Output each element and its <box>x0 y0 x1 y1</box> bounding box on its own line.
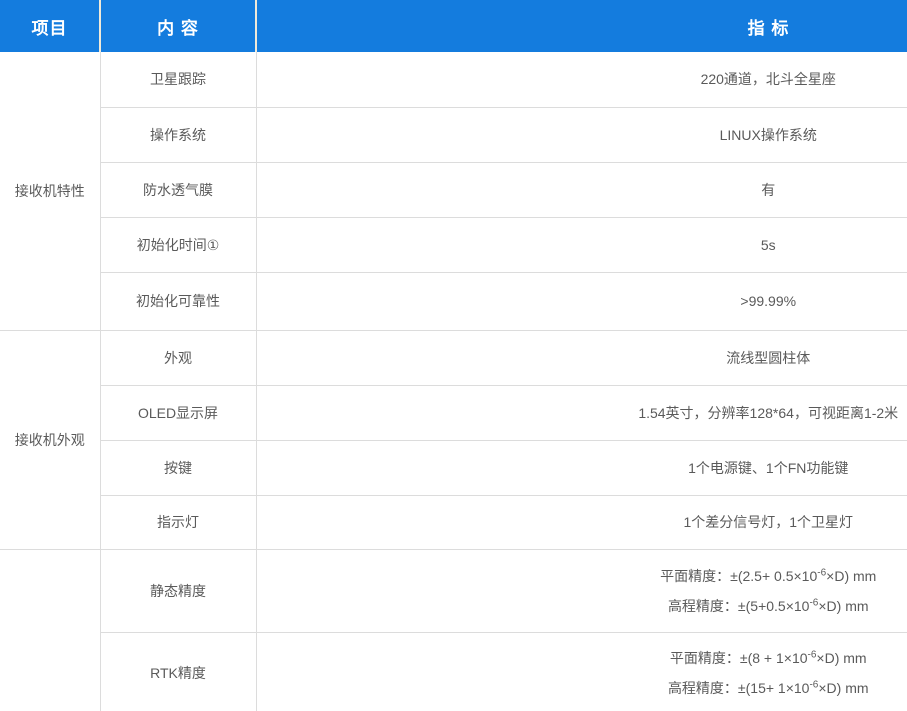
group-label-receiver-features: 接收机特性 <box>0 52 100 330</box>
content-cell: 指示灯 <box>100 495 256 549</box>
content-cell: 静态精度 <box>100 549 256 632</box>
spec-cell: LINUX操作系统 <box>256 107 907 162</box>
spec-line-post: ×D) mm <box>816 650 866 666</box>
content-cell: 卫星跟踪 <box>100 52 256 107</box>
spec-cell: 5s <box>256 217 907 272</box>
spec-cell: >99.99% <box>256 272 907 330</box>
spec-line-sup: -6 <box>817 567 826 578</box>
spec-line-pre: 高程精度：±(15+ 1×10 <box>668 680 810 696</box>
spec-cell: 220通道，北斗全星座 <box>256 52 907 107</box>
table-row: 接收机外观 外观 流线型圆柱体 <box>0 330 907 385</box>
table-row: 静态精度 平面精度：±(2.5+ 0.5×10-6×D) mm 高程精度：±(5… <box>0 549 907 632</box>
table-row: OLED显示屏 1.54英寸，分辨率128*64，可视距离1-2米 <box>0 385 907 440</box>
table-row: RTK精度 平面精度：±(8 + 1×10-6×D) mm 高程精度：±(15+… <box>0 632 907 711</box>
header-cell-content: 内 容 <box>100 0 256 52</box>
content-cell: 操作系统 <box>100 107 256 162</box>
table-row: 按键 1个电源键、1个FN功能键 <box>0 440 907 495</box>
content-cell: 防水透气膜 <box>100 162 256 217</box>
spec-table-viewport: 项目 内 容 指 标 接收机特性 卫星跟踪 220通道，北斗全星座 操作系统 L… <box>0 0 907 711</box>
spec-line-plane-static: 平面精度：±(2.5+ 0.5×10-6×D) mm <box>257 561 907 591</box>
spec-line-pre: 平面精度：±(8 + 1×10 <box>670 650 808 666</box>
group-label-receiver-appearance: 接收机外观 <box>0 330 100 549</box>
spec-cell: 1个差分信号灯，1个卫星灯 <box>256 495 907 549</box>
content-cell: 外观 <box>100 330 256 385</box>
content-cell: 初始化时间① <box>100 217 256 272</box>
table-row: 指示灯 1个差分信号灯，1个卫星灯 <box>0 495 907 549</box>
spec-line-height-rtk: 高程精度：±(15+ 1×10-6×D) mm <box>257 673 907 703</box>
spec-line-post: ×D) mm <box>818 598 868 614</box>
content-cell: 初始化可靠性 <box>100 272 256 330</box>
spec-line-plane-rtk: 平面精度：±(8 + 1×10-6×D) mm <box>257 643 907 673</box>
group-label-precision <box>0 549 100 711</box>
table-row: 操作系统 LINUX操作系统 <box>0 107 907 162</box>
content-cell: 按键 <box>100 440 256 495</box>
spec-cell: 有 <box>256 162 907 217</box>
table-row: 接收机特性 卫星跟踪 220通道，北斗全星座 <box>0 52 907 107</box>
spec-cell: 流线型圆柱体 <box>256 330 907 385</box>
header-cell-item: 项目 <box>0 0 100 52</box>
spec-cell: 1.54英寸，分辨率128*64，可视距离1-2米 <box>256 385 907 440</box>
spec-line-pre: 高程精度：±(5+0.5×10 <box>668 598 810 614</box>
table-row: 初始化可靠性 >99.99% <box>0 272 907 330</box>
spec-line-pre: 平面精度：±(2.5+ 0.5×10 <box>660 568 817 584</box>
spec-line-post: ×D) mm <box>818 680 868 696</box>
spec-cell: 平面精度：±(2.5+ 0.5×10-6×D) mm 高程精度：±(5+0.5×… <box>256 549 907 632</box>
content-cell: RTK精度 <box>100 632 256 711</box>
spec-line-height-static: 高程精度：±(5+0.5×10-6×D) mm <box>257 591 907 621</box>
spec-cell: 平面精度：±(8 + 1×10-6×D) mm 高程精度：±(15+ 1×10-… <box>256 632 907 711</box>
spec-cell: 1个电源键、1个FN功能键 <box>256 440 907 495</box>
table-row: 初始化时间① 5s <box>0 217 907 272</box>
table-row: 防水透气膜 有 <box>0 162 907 217</box>
spec-table-header: 项目 内 容 指 标 <box>0 0 907 52</box>
spec-table: 项目 内 容 指 标 接收机特性 卫星跟踪 220通道，北斗全星座 操作系统 L… <box>0 0 907 711</box>
content-cell: OLED显示屏 <box>100 385 256 440</box>
header-cell-spec: 指 标 <box>256 0 907 52</box>
spec-line-post: ×D) mm <box>826 568 876 584</box>
